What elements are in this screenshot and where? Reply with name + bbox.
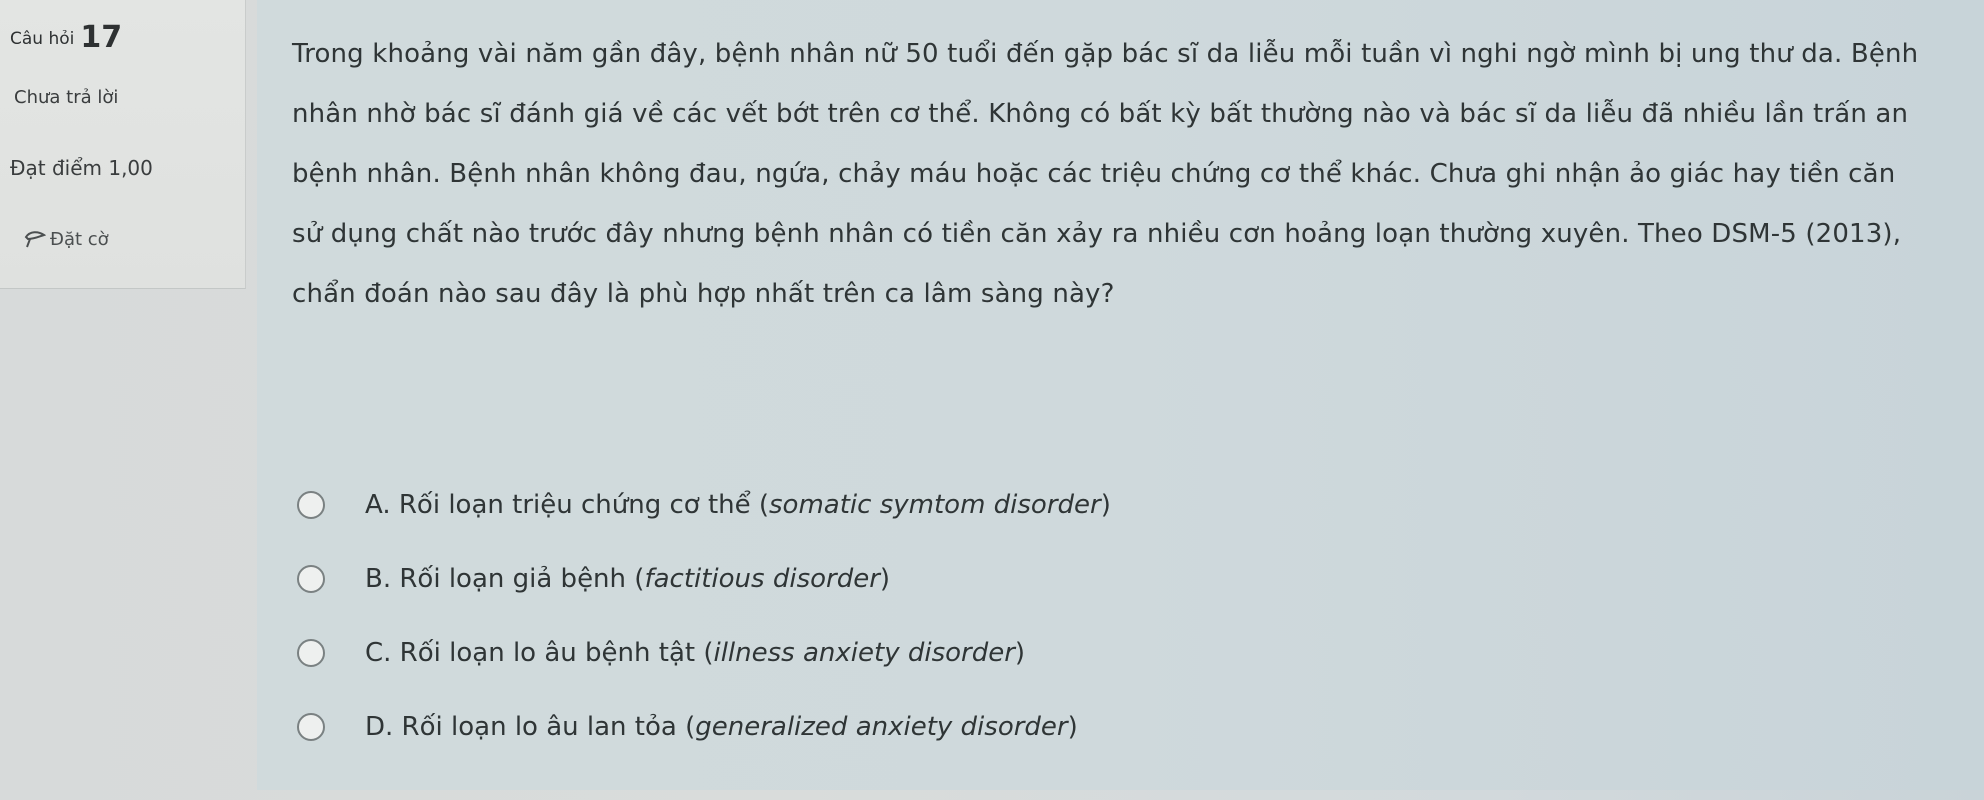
radio-button-a[interactable] xyxy=(297,491,325,519)
answer-option-a[interactable]: A. Rối loạn triệu chứng cơ thể (somatic … xyxy=(297,468,1111,542)
question-text: Trong khoảng vài năm gần đây, bệnh nhân … xyxy=(292,39,1919,309)
answer-label-b: B. Rối loạn giả bệnh (factitious disorde… xyxy=(365,564,890,594)
answer-option-c[interactable]: C. Rối loạn lo âu bệnh tật (illness anxi… xyxy=(297,616,1111,690)
flag-question-button[interactable]: Đặt cờ xyxy=(24,226,109,253)
answer-a-vi: A. Rối loạn triệu chứng cơ thể ( xyxy=(365,490,770,520)
answer-d-suffix: ) xyxy=(1067,712,1078,742)
answer-a-en: somatic symtom disorder xyxy=(769,490,1101,520)
answer-d-vi: D. Rối loạn lo âu lan tỏa ( xyxy=(365,712,696,742)
question-number: 17 xyxy=(80,20,123,55)
question-number-heading: Câu hỏi 17 xyxy=(10,20,122,55)
answer-c-en: illness anxiety disorder xyxy=(713,638,1015,668)
answer-b-en: factitious disorder xyxy=(644,564,880,594)
answer-label-c: C. Rối loạn lo âu bệnh tật (illness anxi… xyxy=(365,638,1025,668)
radio-button-d[interactable] xyxy=(297,713,325,741)
question-label: Câu hỏi xyxy=(10,29,75,49)
answer-option-d[interactable]: D. Rối loạn lo âu lan tỏa (generalized a… xyxy=(297,690,1111,764)
question-info-panel: Câu hỏi 17 Chưa trả lời Đạt điểm 1,00 Đặt… xyxy=(0,0,246,289)
question-grade: Đạt điểm 1,00 xyxy=(10,156,153,180)
answer-options: A. Rối loạn triệu chứng cơ thể (somatic … xyxy=(297,468,1111,764)
answer-label-a: A. Rối loạn triệu chứng cơ thể (somatic … xyxy=(365,490,1111,520)
answer-c-vi: C. Rối loạn lo âu bệnh tật ( xyxy=(365,638,714,668)
answer-b-vi: B. Rối loạn giả bệnh ( xyxy=(365,564,645,594)
radio-button-b[interactable] xyxy=(297,565,325,593)
answer-d-en: generalized anxiety disorder xyxy=(695,712,1068,742)
answer-b-suffix: ) xyxy=(879,564,891,594)
flag-icon xyxy=(24,226,50,253)
question-content: Trong khoảng vài năm gần đây, bệnh nhân … xyxy=(257,0,1984,790)
answer-option-b[interactable]: B. Rối loạn giả bệnh (factitious disorde… xyxy=(297,542,1111,616)
radio-button-c[interactable] xyxy=(297,639,325,667)
quiz-page: Câu hỏi 17 Chưa trả lời Đạt điểm 1,00 Đặt… xyxy=(0,0,1984,800)
answer-c-suffix: ) xyxy=(1014,638,1026,668)
answer-state: Chưa trả lời xyxy=(14,87,119,108)
answer-a-suffix: ) xyxy=(1100,490,1111,520)
flag-label: Đặt cờ xyxy=(50,229,109,250)
answer-label-d: D. Rối loạn lo âu lan tỏa (generalized a… xyxy=(365,712,1078,742)
